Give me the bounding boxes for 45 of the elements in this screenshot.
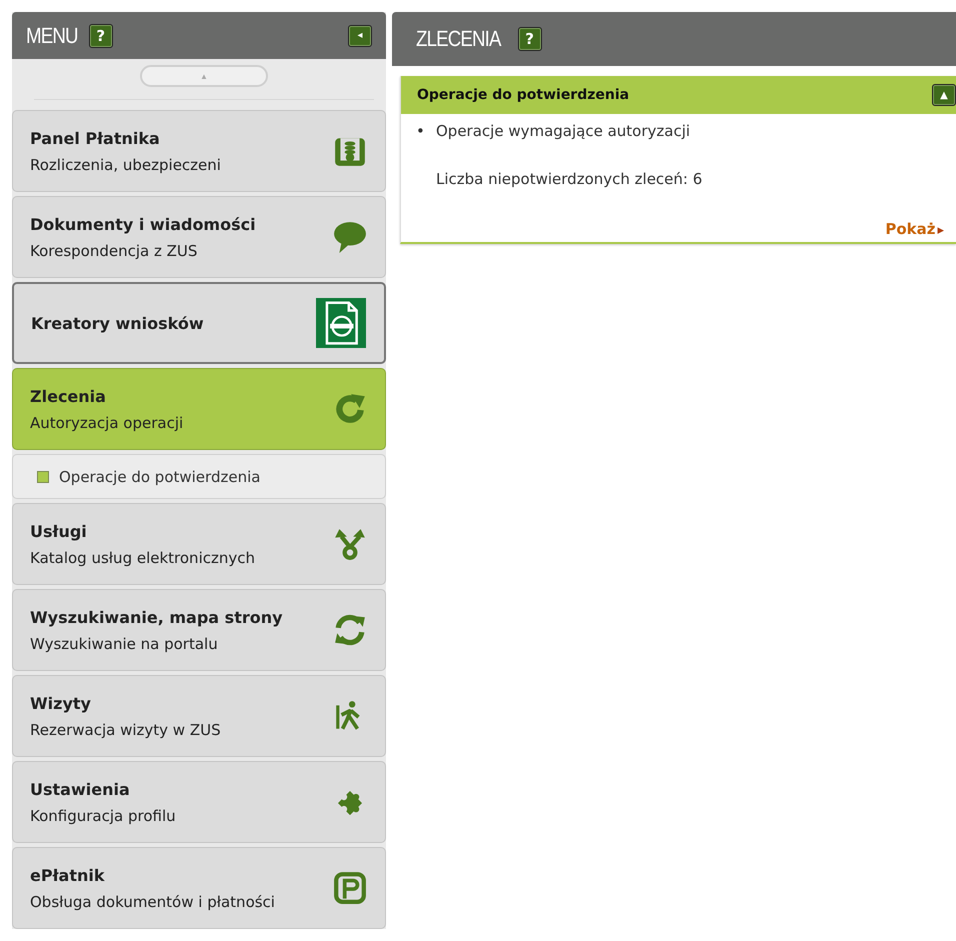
item-title: Ustawienia [30,780,131,798]
p-letter-icon [333,871,367,905]
menu-item[interactable]: ePłatnik Obsługa dokumentów i płatności [12,847,386,929]
item-subtitle: Autoryzacja operacji [30,414,184,432]
menu-item[interactable]: Usługi Katalog usług elektronicznych [12,503,386,585]
item-subtitle: Wyszukiwanie na portalu [30,634,219,652]
refresh-icon [333,392,367,426]
item-title: Panel Płatnika [30,128,161,148]
bullet-text: Operacje wymagające autoryzacji [436,122,690,140]
menu-item[interactable]: Wizyty Rezerwacja wizyty w ZUS [12,675,386,757]
item-title: Kreatory wniosków [31,314,204,332]
menu-item[interactable]: Zlecenia Autoryzacja operacji [12,368,386,450]
panel-title: Operacje do potwierdzenia [417,87,630,103]
toggle-button[interactable]: ▲ [932,84,956,106]
item-subtitle: Katalog usług elektronicznych [30,548,255,566]
submenu-label: Operacje do potwierdzenia [59,468,260,486]
help-button[interactable]: ? [518,27,542,51]
item-subtitle: Konfiguracja profilu [30,806,176,824]
menu-item[interactable]: Ustawienia Konfiguracja profilu [12,761,386,843]
submenu-item[interactable]: Operacje do potwierdzenia [12,454,386,499]
item-subtitle: Rozliczenia, ubezpieczeni [30,156,221,174]
page-title: ZLECENIA [416,26,501,52]
menu-title: MENU [26,22,78,48]
help-button[interactable]: ? [88,24,113,48]
item-subtitle: Obsługa dokumentów i płatności [30,892,275,910]
item-title: Usługi [30,522,88,540]
count-text: Liczba niepotwierdzonych zleceń: 6 [436,170,704,188]
sync-icon [333,613,367,647]
speech-bubble-icon [333,220,367,254]
menu-item[interactable]: Panel Płatnika Rozliczenia, ubezpieczeni [12,110,386,192]
item-subtitle: Korespondencja z ZUS [30,242,198,260]
menu-item[interactable]: Wyszukiwanie, mapa strony Wyszukiwanie na portalu [12,589,386,671]
collapse-button[interactable]: ◂ [348,24,372,46]
menu-item[interactable]: Kreatory wniosków [12,282,386,364]
item-title: Wyszukiwanie, mapa strony [30,608,283,626]
branch-arrows-icon [333,527,367,561]
item-title: Wizyty [30,694,92,712]
show-link[interactable]: Pokaż▸ [885,220,944,238]
item-title: Zlecenia [30,386,107,406]
item-title: ePłatnik [30,866,106,884]
square-bullet-icon [37,470,49,482]
item-subtitle: Rezerwacja wizyty w ZUS [30,720,221,738]
bullet-icon: • [416,122,426,140]
item-title: Dokumenty i wiadomości [30,214,256,234]
menu-item[interactable]: Dokumenty i wiadomości Korespondencja z ZUS [12,196,386,278]
